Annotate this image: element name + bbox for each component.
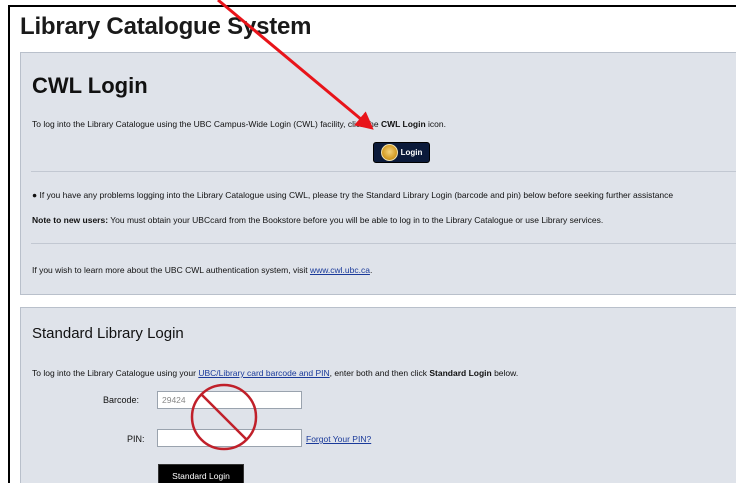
cwl-problems-message: If you have any problems logging into th… [39,190,674,200]
cwl-intro-suffix: icon. [425,119,446,129]
cwl-divider-2 [31,243,736,244]
standard-intro-prefix: To log into the Library Catalogue using … [32,368,199,378]
cwl-website-link[interactable]: www.cwl.ubc.ca [310,265,370,275]
pin-input[interactable] [157,429,302,447]
standard-intro-bold: Standard Login [429,368,492,378]
new-users-note: Note to new users: You must obtain your … [32,215,603,225]
standard-intro-suffix: below. [491,368,519,378]
cwl-divider [31,171,736,172]
learn-more-suffix: . [369,265,373,275]
standard-intro-middle: , enter both and then click [329,368,430,378]
standard-login-panel: Standard Library Login To log into the L… [20,307,736,483]
cwl-intro-text: To log into the Library Catalogue using … [32,119,446,129]
library-page: Library Catalogue System CWL Login To lo… [8,5,736,483]
barcode-input[interactable]: 29424 [157,391,302,409]
info-bullet-icon: ● [32,190,40,200]
page-title: Library Catalogue System [20,13,312,40]
new-users-label: Note to new users: [32,215,109,225]
learn-more-prefix: If you wish to learn more about the UBC … [32,265,310,275]
cwl-login-title: CWL Login [32,73,148,98]
standard-intro-text: To log into the Library Catalogue using … [32,368,518,378]
standard-login-title: Standard Library Login [32,325,184,342]
pin-label: PIN: [127,434,145,444]
barcode-pin-help-link[interactable]: UBC/Library card barcode and PIN [198,368,329,378]
cwl-intro-bold: CWL Login [380,119,426,129]
cwl-learn-more-text: If you wish to learn more about the UBC … [32,265,372,275]
barcode-label: Barcode: [103,395,140,405]
forgot-pin-link[interactable]: Forgot Your PIN? [306,434,371,444]
cwl-intro-prefix: To log into the Library Catalogue using … [32,119,381,129]
ubc-crest-icon [380,144,398,161]
cwl-login-panel: CWL Login To log into the Library Catalo… [20,52,736,295]
cwl-login-button[interactable]: Login [373,142,430,163]
cwl-login-button-label: Login [400,148,423,157]
new-users-text: You must obtain your UBCcard from the Bo… [108,215,604,225]
standard-login-button[interactable]: Standard Login [158,464,244,483]
cwl-problems-text: ● If you have any problems logging into … [32,190,673,200]
